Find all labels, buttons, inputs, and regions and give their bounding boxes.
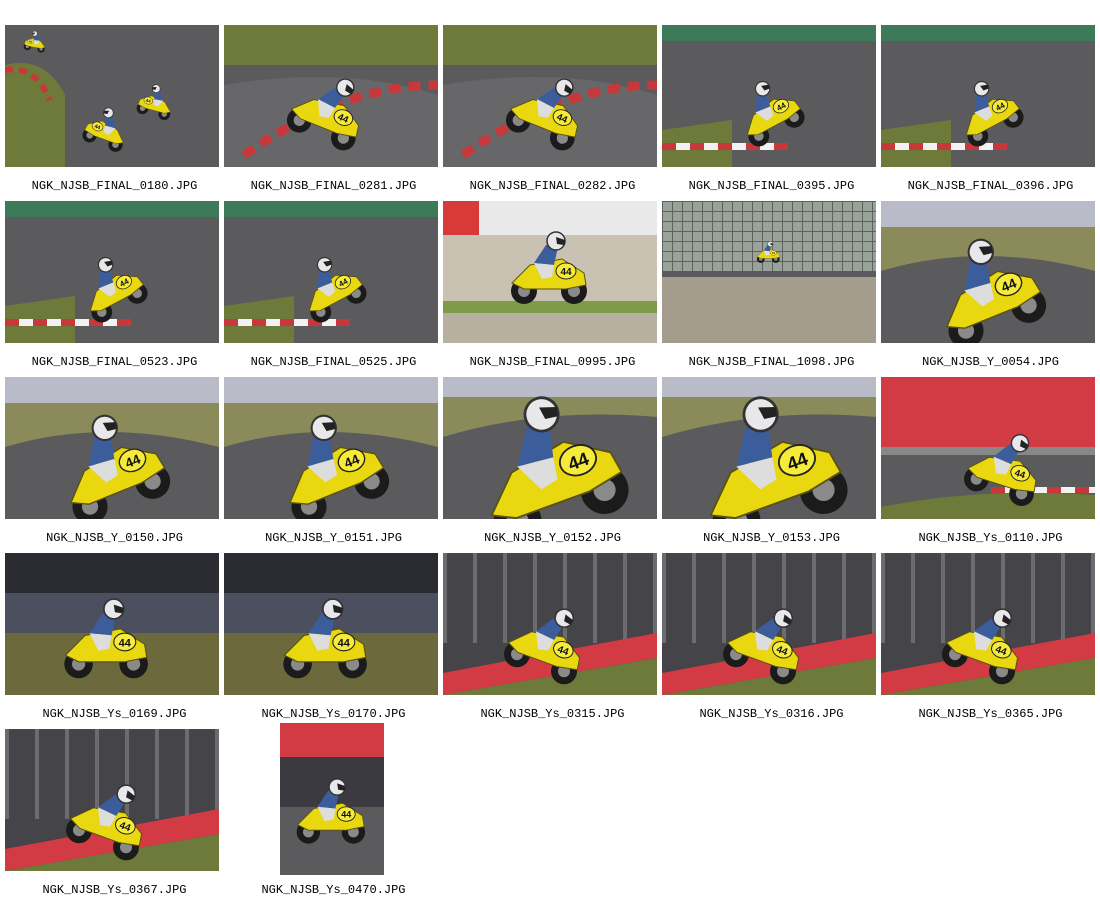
photo-item[interactable]: 44 NGK_NJSB_FINAL_0281.JPG: [224, 25, 443, 201]
photo-item[interactable]: 44 NGK_NJSB_FINAL_0995.JPG: [443, 201, 662, 377]
photo-thumbnail[interactable]: 44: [224, 553, 438, 695]
photo-filename[interactable]: NGK_NJSB_Ys_0365.JPG: [881, 707, 1100, 721]
photo-item[interactable]: 44 NGK_NJSB_FINAL_0523.JPG: [5, 201, 224, 377]
photo-item[interactable]: 44 44 44 NGK_NJSB_FINAL_0180.JPG: [5, 25, 224, 201]
photo-thumbnail[interactable]: 44: [279, 723, 384, 875]
photo-item[interactable]: 44 NGK_NJSB_FINAL_0525.JPG: [224, 201, 443, 377]
photo-thumbnail[interactable]: 44: [5, 729, 219, 871]
photo-filename[interactable]: NGK_NJSB_FINAL_0523.JPG: [5, 355, 224, 369]
background-scenery: [662, 201, 876, 343]
photo-filename[interactable]: NGK_NJSB_Ys_0170.JPG: [224, 707, 443, 721]
photo-item[interactable]: 44 NGK_NJSB_Ys_0315.JPG: [443, 553, 662, 729]
photo-filename[interactable]: NGK_NJSB_FINAL_1098.JPG: [662, 355, 881, 369]
photo-filename[interactable]: NGK_NJSB_Y_0152.JPG: [443, 531, 662, 545]
photo-filename[interactable]: NGK_NJSB_FINAL_0995.JPG: [443, 355, 662, 369]
photo-thumbnail[interactable]: 44 44 44: [5, 25, 219, 167]
photo-thumbnail[interactable]: 44: [443, 201, 657, 343]
photo-filename[interactable]: NGK_NJSB_Ys_0316.JPG: [662, 707, 881, 721]
photo-thumbnail[interactable]: 44: [5, 377, 219, 519]
photo-thumbnail[interactable]: 44: [881, 553, 1095, 695]
photo-thumbnail[interactable]: 44: [224, 201, 438, 343]
svg-text:44: 44: [341, 810, 351, 820]
photo-thumbnail[interactable]: 44: [662, 201, 876, 343]
photo-filename[interactable]: NGK_NJSB_Y_0153.JPG: [662, 531, 881, 545]
svg-text:44: 44: [338, 637, 351, 649]
photo-thumbnail[interactable]: 44: [662, 25, 876, 167]
photo-thumbnail[interactable]: 44: [224, 25, 438, 167]
background-scenery: [5, 201, 219, 343]
photo-thumbnail[interactable]: 44: [224, 377, 438, 519]
photo-item[interactable]: 44 NGK_NJSB_FINAL_0396.JPG: [881, 25, 1100, 201]
background-scenery: [662, 25, 876, 167]
photo-item[interactable]: 44 NGK_NJSB_Ys_0470.JPG: [224, 723, 443, 905]
photo-filename[interactable]: NGK_NJSB_FINAL_0281.JPG: [224, 179, 443, 193]
photo-item[interactable]: 44 NGK_NJSB_FINAL_1098.JPG: [662, 201, 881, 377]
photo-filename[interactable]: NGK_NJSB_FINAL_0180.JPG: [5, 179, 224, 193]
photo-thumbnail[interactable]: 44: [443, 553, 657, 695]
photo-item[interactable]: 44 NGK_NJSB_Y_0054.JPG: [881, 201, 1100, 377]
photo-item[interactable]: 44 NGK_NJSB_FINAL_0395.JPG: [662, 25, 881, 201]
photo-item[interactable]: 44 NGK_NJSB_Y_0153.JPG: [662, 377, 881, 553]
photo-thumbnail[interactable]: 44: [881, 377, 1095, 519]
photo-thumbnail[interactable]: 44: [881, 201, 1095, 343]
photo-gallery: 44 44 44 NGK_NJSB_FINAL_0180.JPG 44 NGK_NJSB_…: [0, 0, 1100, 900]
photo-item[interactable]: 44 NGK_NJSB_Ys_0110.JPG: [881, 377, 1100, 553]
photo-thumbnail[interactable]: 44: [662, 377, 876, 519]
photo-item[interactable]: 44 NGK_NJSB_Ys_0169.JPG: [5, 553, 224, 729]
photo-filename[interactable]: NGK_NJSB_Ys_0110.JPG: [881, 531, 1100, 545]
photo-thumbnail[interactable]: 44: [881, 25, 1095, 167]
photo-filename[interactable]: NGK_NJSB_Ys_0315.JPG: [443, 707, 662, 721]
photo-thumbnail[interactable]: 44: [443, 377, 657, 519]
photo-filename[interactable]: NGK_NJSB_Ys_0367.JPG: [5, 883, 224, 897]
photo-thumbnail[interactable]: 44: [5, 553, 219, 695]
background-scenery: [881, 25, 1095, 167]
photo-item[interactable]: 44 NGK_NJSB_FINAL_0282.JPG: [443, 25, 662, 201]
photo-thumbnail[interactable]: 44: [5, 201, 219, 343]
photo-item[interactable]: 44 NGK_NJSB_Y_0151.JPG: [224, 377, 443, 553]
svg-text:44: 44: [560, 267, 572, 278]
photo-filename[interactable]: NGK_NJSB_Ys_0169.JPG: [5, 707, 224, 721]
photo-filename[interactable]: NGK_NJSB_FINAL_0396.JPG: [881, 179, 1100, 193]
photo-item[interactable]: 44 NGK_NJSB_Ys_0316.JPG: [662, 553, 881, 729]
photo-item[interactable]: 44 NGK_NJSB_Ys_0367.JPG: [5, 729, 224, 905]
photo-thumbnail[interactable]: 44: [662, 553, 876, 695]
photo-filename[interactable]: NGK_NJSB_Ys_0470.JPG: [224, 883, 443, 897]
photo-item[interactable]: 44 NGK_NJSB_Y_0150.JPG: [5, 377, 224, 553]
svg-text:44: 44: [119, 637, 132, 649]
photo-filename[interactable]: NGK_NJSB_FINAL_0525.JPG: [224, 355, 443, 369]
photo-item[interactable]: 44 NGK_NJSB_Ys_0170.JPG: [224, 553, 443, 729]
svg-text:44: 44: [772, 251, 776, 255]
photo-thumbnail[interactable]: 44: [443, 25, 657, 167]
background-scenery: [224, 201, 438, 343]
photo-item[interactable]: 44 NGK_NJSB_Y_0152.JPG: [443, 377, 662, 553]
photo-filename[interactable]: NGK_NJSB_FINAL_0282.JPG: [443, 179, 662, 193]
photo-filename[interactable]: NGK_NJSB_Y_0150.JPG: [5, 531, 224, 545]
background-scenery: [881, 377, 1095, 519]
photo-item[interactable]: 44 NGK_NJSB_Ys_0365.JPG: [881, 553, 1100, 729]
photo-filename[interactable]: NGK_NJSB_Y_0151.JPG: [224, 531, 443, 545]
photo-filename[interactable]: NGK_NJSB_FINAL_0395.JPG: [662, 179, 881, 193]
photo-filename[interactable]: NGK_NJSB_Y_0054.JPG: [881, 355, 1100, 369]
